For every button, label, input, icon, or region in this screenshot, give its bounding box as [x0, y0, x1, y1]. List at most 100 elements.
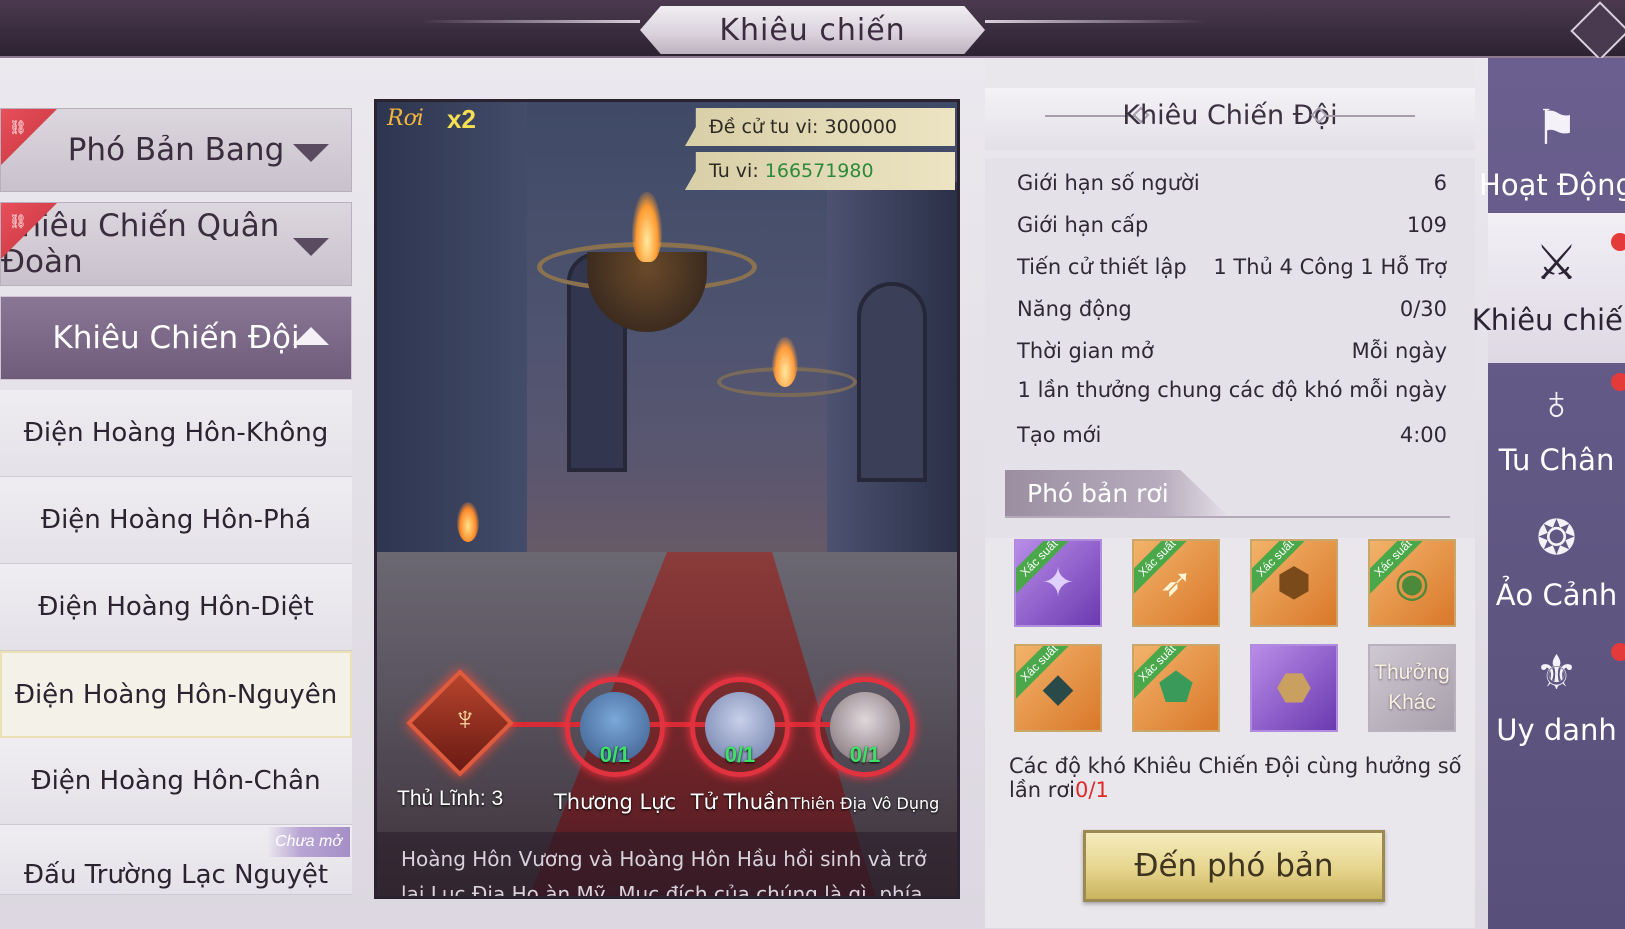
chevron-down-icon	[293, 144, 329, 162]
tab-uy-danh[interactable]: ⚜ Uy danh	[1488, 623, 1625, 773]
info-row: Giới hạn cấp 109	[1017, 210, 1447, 240]
reward-item[interactable]: ◆ Xác suất	[1014, 644, 1102, 732]
demon-head-icon: ♆	[452, 700, 478, 738]
info-row: Tiến cử thiết lập 1 Thủ 4 Công 1 Hỗ Trợ	[1017, 252, 1447, 282]
notification-dot	[1611, 643, 1625, 661]
crystal-icon: ◆	[1042, 666, 1074, 710]
not-open-badge: Chưa mở	[267, 827, 350, 857]
info-row-value: Mỗi ngày	[1351, 339, 1447, 363]
info-row: Tạo mới 4:00	[1017, 420, 1447, 450]
boss-count-label: Thủ Lĩnh: 3	[397, 787, 504, 810]
list-item[interactable]: Điện Hoàng Hôn-Phá	[0, 477, 352, 564]
go-to-dungeon-button[interactable]: Đến phó bản	[1083, 830, 1385, 902]
reward-item[interactable]: ⬢ Xác suất	[1250, 539, 1338, 627]
drop-label: Rơi	[387, 106, 424, 131]
reward-item[interactable]: ✦ Xác suất	[1014, 539, 1102, 627]
tab-tu-chan[interactable]: ♁ Tu Chân	[1488, 353, 1625, 503]
notification-dot	[1611, 233, 1625, 251]
pendant-icon: ◉	[1394, 561, 1430, 605]
ribbon-badge	[1, 109, 57, 165]
torch-image	[457, 502, 479, 542]
info-row-value: 109	[1406, 213, 1447, 237]
other-rewards[interactable]: Thưởng Khác	[1368, 644, 1456, 732]
chevron-down-icon	[293, 238, 329, 256]
shared-drop-note: Các độ khó Khiêu Chiến Đội cùng hưởng số…	[1009, 754, 1475, 802]
reward-note: 1 lần thưởng chung các độ khó mỗi ngày	[1017, 378, 1447, 402]
category-khieu-chien-doi[interactable]: Khiêu Chiến Đội	[0, 296, 352, 380]
reward-item[interactable]: ⬟ Xác suất	[1132, 644, 1220, 732]
info-row-label: Thời gian mở	[1017, 339, 1154, 363]
title-ornament-right	[985, 20, 1205, 23]
rune-stone-icon: ⬣	[1276, 666, 1312, 710]
category-pho-ban-bang[interactable]: ⛓ Phó Bản Bang	[0, 108, 352, 192]
info-row-label: Giới hạn số người	[1017, 171, 1200, 195]
reward-item[interactable]: ⬣	[1250, 644, 1338, 732]
recommended-power: Đề cử tu vi: 300000	[685, 108, 955, 146]
notification-dot	[1611, 373, 1625, 391]
crossed-swords-icon: ⚔	[1534, 237, 1579, 290]
list-item-label: Điện Hoàng Hôn-Không	[23, 418, 329, 448]
info-row-value: 1 Thủ 4 Công 1 Hỗ Trợ	[1213, 255, 1447, 279]
list-item[interactable]: Điện Hoàng Hôn-Chân	[0, 738, 352, 825]
info-row-value: 4:00	[1399, 423, 1447, 447]
boss-progress: 0/1	[599, 742, 631, 767]
reward-item[interactable]: ◉ Xác suất	[1368, 539, 1456, 627]
title-bar: Khiêu chiến	[0, 0, 1625, 61]
category-label: Khiêu Chiến Đội	[52, 320, 300, 356]
close-icon[interactable]	[1570, 1, 1625, 61]
jade-icon: ⬟	[1158, 666, 1194, 710]
blade-icon: ➶	[1159, 561, 1193, 605]
info-panel: Khiêu Chiến Đội Giới hạn số người 6 Giới…	[985, 58, 1475, 928]
list-item[interactable]: Điện Hoàng Hôn-Diệt	[0, 564, 352, 651]
boss-progress: 0/1	[849, 742, 881, 767]
info-row-value: 6	[1433, 171, 1447, 195]
dungeon-preview: Rơi x2 Đề cử tu vi: 300000 Tu vi: 166571…	[374, 99, 960, 899]
list-item[interactable]: Điện Hoàng Hôn-Không	[0, 390, 352, 477]
spiral-icon: ♁	[1538, 377, 1575, 430]
boss-portrait[interactable]: 0/1	[690, 677, 790, 777]
recommended-value: 300000	[824, 116, 898, 138]
boss-portrait[interactable]: 0/1	[565, 677, 665, 777]
tab-label: Uy danh	[1496, 713, 1617, 747]
category-khieu-chien-quan-doan[interactable]: ⛓ Khiêu Chiến Quân Đoàn	[0, 202, 352, 286]
reward-item[interactable]: ➶ Xác suất	[1132, 539, 1220, 627]
drops-divider	[1005, 516, 1450, 518]
power-value: 166571980	[764, 160, 874, 182]
drop-multiplier: x2	[447, 104, 476, 134]
tab-label: Khiêu chiến	[1471, 303, 1625, 337]
info-row-value: 0/30	[1399, 297, 1447, 321]
tab-label: Hoạt Động	[1479, 168, 1625, 202]
boss-portrait[interactable]: 0/1	[815, 677, 915, 777]
boss-name: Thiên Địa Vô Dụng	[790, 794, 940, 813]
recommended-label: Đề cử tu vi:	[709, 116, 819, 138]
tab-hoat-dong[interactable]: ⚑ Hoạt Động	[1479, 78, 1625, 228]
list-item-label: Điện Hoàng Hôn-Nguyên	[14, 679, 338, 710]
scene-wall	[377, 102, 527, 572]
title-plate: Khiêu chiến	[640, 6, 985, 54]
ore-icon: ⬢	[1276, 561, 1312, 605]
tab-ao-canh[interactable]: ❂ Ảo Cảnh	[1488, 488, 1625, 638]
tab-label: Tu Chân	[1498, 443, 1615, 477]
boss-progress: 0/1	[724, 742, 756, 767]
winged-sword-icon: ⚜	[1534, 647, 1579, 700]
scene-window	[857, 282, 927, 482]
chandelier-image	[537, 192, 757, 342]
chevron-up-icon	[293, 327, 329, 345]
orb-icon: ✦	[1041, 561, 1075, 605]
list-item-selected[interactable]: Điện Hoàng Hôn-Nguyên	[0, 651, 352, 738]
info-row: Năng động 0/30	[1017, 294, 1447, 324]
page-title: Khiêu chiến	[719, 12, 906, 48]
category-label: Phó Bản Bang	[67, 132, 285, 168]
link-icon: ⛓	[9, 213, 27, 229]
info-row: Giới hạn số người 6	[1017, 168, 1447, 198]
power-label: Tu vi:	[709, 160, 759, 182]
shared-drop-count: 0/1	[1075, 778, 1109, 802]
other-rewards-label: Thưởng Khác	[1374, 661, 1450, 714]
list-item[interactable]: Chưa mở Đấu Trường Lạc Nguyệt	[0, 825, 352, 895]
list-item-label: Điện Hoàng Hôn-Chân	[31, 766, 321, 796]
info-row-label: Tạo mới	[1017, 423, 1102, 447]
list-item-label: Điện Hoàng Hôn-Phá	[40, 505, 312, 535]
banner-icon: ⚑	[1534, 102, 1579, 155]
list-item-label: Điện Hoàng Hôn-Diệt	[38, 592, 314, 622]
tab-khieu-chien[interactable]: ⚔ Khiêu chiến	[1472, 213, 1625, 363]
